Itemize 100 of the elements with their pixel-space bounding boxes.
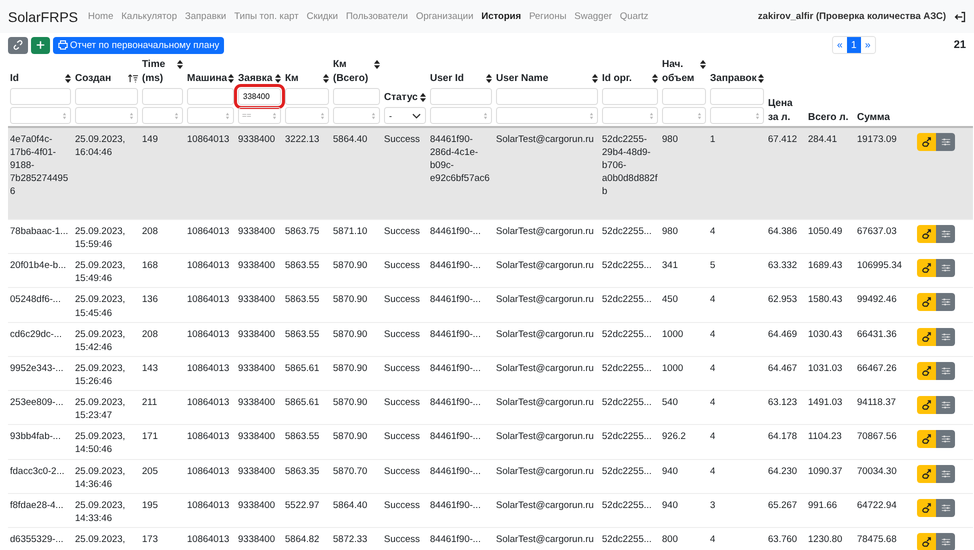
settings-button[interactable] [936,532,955,550]
column-header[interactable]: Машина [187,72,228,85]
sliders-icon [940,536,950,547]
settings-button[interactable] [936,464,955,483]
table-row[interactable]: 78babaac-1... 25.09.2023, 15:59:46 208 10864013 9338400 5863.75 5871.10 Success 84461f90-... SolarTest@cargorun.ru 52dc2255... 980 4 64.386 1050.49 67637.03 [8,220,973,254]
number-filter-field[interactable] [10,107,71,124]
settings-button[interactable] [936,430,955,448]
logout-icon[interactable] [954,10,966,22]
column-header[interactable]: Нач. объем [662,58,699,85]
report-button[interactable]: Отчет по первоначальному плану [53,36,224,54]
table-row[interactable]: f8fdae28-4... 25.09.2023, 14:33:46 195 10864013 9338400 5522.97 5864.40 Success 84461f90-... SolarTest@cargorun.ru 52dc2255... 940 3 65.267 991.66 64722.94 [8,494,973,528]
sort-icon[interactable] [486,74,492,82]
sort-icon[interactable] [275,74,281,82]
sort-icon[interactable] [65,74,71,82]
table-cell: SolarTest@cargorun.ru [496,397,594,408]
table-row[interactable]: 05248df6-... 25.09.2023, 15:45:46 136 10864013 9338400 5863.55 5870.90 Success 84461f90-... SolarTest@cargorun.ru 52dc2255... 450 4 62.953 1580.43 99492.46 [8,288,973,323]
filter-field[interactable] [710,88,764,105]
table-row[interactable]: d6355329-... 25.09.2023, 173 10864013 9338400 5864.82 5872.33 Success 84461f90-... SolarTest@cargorun.ru 52dc2255... 800 4 63.760 1230.80 78475.68 [8,528,973,550]
refuel-button[interactable] [917,293,936,312]
filter-field[interactable] [187,88,234,105]
column-header[interactable]: Всего л. [808,110,848,124]
filter-field[interactable] [662,88,706,105]
table-row[interactable]: fdacc3c0-2... 25.09.2023, 14:36:46 205 10864013 9338400 5863.35 5870.70 Success 84461f90-... SolarTest@cargorun.ru 52dc2255... 940 4 64.230 1090.37 70034.30 [8,460,973,494]
settings-button[interactable] [936,362,955,380]
sort-icon[interactable] [374,60,380,69]
table-row[interactable]: 93bb4fab-... 25.09.2023, 14:50:46 171 10864013 9338400 5863.55 5870.90 Success 84461f90-... SolarTest@cargorun.ru 52dc2255... 926.2 4 64.178 1104.23 70867.56 [8,425,973,460]
table-cell: 171 [142,431,158,442]
column-header[interactable]: Цена за л. [768,97,804,124]
column-header[interactable]: Id [10,72,19,85]
table-row[interactable] [8,128,973,220]
column-header[interactable]: Сумма [857,110,890,124]
refuel-button[interactable] [917,133,936,151]
number-filter-field[interactable] [602,107,658,124]
number-filter-field[interactable] [285,107,329,124]
sort-icon[interactable] [228,74,234,82]
page-link[interactable]: 1 [846,37,861,53]
sort-icon[interactable] [592,74,598,82]
link-button[interactable] [8,36,28,54]
table-cell: SolarTest@cargorun.ru [496,134,594,145]
column-header[interactable]: User Name [496,72,548,85]
table-cell: 1104.23 [808,431,842,442]
sort-icon[interactable] [758,74,764,82]
refuel-button[interactable] [917,532,936,550]
filter-field[interactable] [142,88,183,105]
column-header[interactable]: Создан [75,72,112,85]
column-header[interactable]: Км [285,72,299,85]
refuel-button[interactable] [917,396,936,414]
number-filter-field[interactable] [662,107,706,124]
filter-field[interactable] [75,88,138,105]
table-row[interactable]: 253ee809-... 25.09.2023, 15:23:47 211 10864013 9338400 5865.61 5870.90 Success 84461f90-... SolarTest@cargorun.ru 52dc2255... 540 4 63.123 1491.03 94118.37 [8,391,973,426]
table-row[interactable]: cd6c29dc-... 25.09.2023, 15:42:46 208 10864013 9338400 5863.55 5870.90 Success 84461f90-... SolarTest@cargorun.ru 52dc2255... 1000 4 64.469 1030.43 66431.36 [8,322,973,357]
sort-desc-icon[interactable] [128,74,138,82]
link-icon [13,40,23,50]
settings-button[interactable] [936,396,955,414]
column-header[interactable]: Time (ms) [142,58,176,85]
column-header[interactable]: Статус [384,90,418,104]
refuel-button[interactable] [917,328,936,346]
status-select[interactable]: - [384,107,426,124]
number-filter-field[interactable] [430,107,492,124]
column-header[interactable]: User Id [430,72,464,85]
filter-field[interactable] [333,88,380,105]
sort-icon[interactable] [323,74,329,82]
column-header[interactable]: Заправок [710,72,757,85]
refuel-button[interactable] [917,362,936,380]
refuel-button[interactable] [917,498,936,517]
column-header[interactable]: Id орг. [602,72,632,85]
table-row[interactable]: 20f01b4e-b... 25.09.2023, 15:49:46 168 10864013 9338400 5863.55 5870.90 Success 84461f90-... SolarTest@cargorun.ru 52dc2255... 341 5 63.332 1689.43 106995.34 [8,254,973,288]
brand-link[interactable]: SolarFRPS [8,8,78,24]
sort-icon[interactable] [177,60,183,69]
refuel-button[interactable] [917,430,936,448]
sort-icon[interactable] [700,60,706,69]
refuel-button[interactable] [917,464,936,483]
filter-field[interactable] [430,88,492,105]
number-filter-field[interactable] [187,107,234,124]
sliders-icon [940,137,950,147]
number-filter-field[interactable] [496,107,598,124]
page-link[interactable]: « [832,37,847,53]
number-filter-field[interactable] [142,107,183,124]
column-header[interactable]: Заявка [238,72,272,85]
number-filter-field[interactable] [75,107,138,124]
page-link[interactable]: » [860,37,875,53]
refuel-button[interactable] [917,259,936,278]
sort-icon[interactable] [420,92,426,102]
refuel-button[interactable] [917,225,936,243]
filter-field[interactable] [285,88,329,105]
settings-button[interactable] [936,498,955,517]
column-header[interactable]: Км (Всего) [333,58,373,85]
number-filter-field[interactable] [710,107,764,124]
table-row[interactable]: 9952e343-... 25.09.2023, 15:26:46 143 10864013 9338400 5865.61 5870.90 Success 84461f90-... SolarTest@cargorun.ru 52dc2255... 1000 4 64.467 1031.03 66467.26 [8,356,973,392]
settings-button[interactable] [936,293,955,312]
nav-link[interactable]: История [481,11,522,22]
settings-button[interactable] [936,259,955,278]
sort-icon[interactable] [652,74,658,82]
number-filter-field[interactable] [333,107,380,124]
settings-button[interactable] [936,328,955,346]
table-cell: 5863.35 [285,466,320,477]
filter-field[interactable] [602,88,658,105]
filter-field[interactable] [496,88,598,105]
add-button[interactable] [31,36,50,54]
filter-field[interactable] [10,88,71,105]
